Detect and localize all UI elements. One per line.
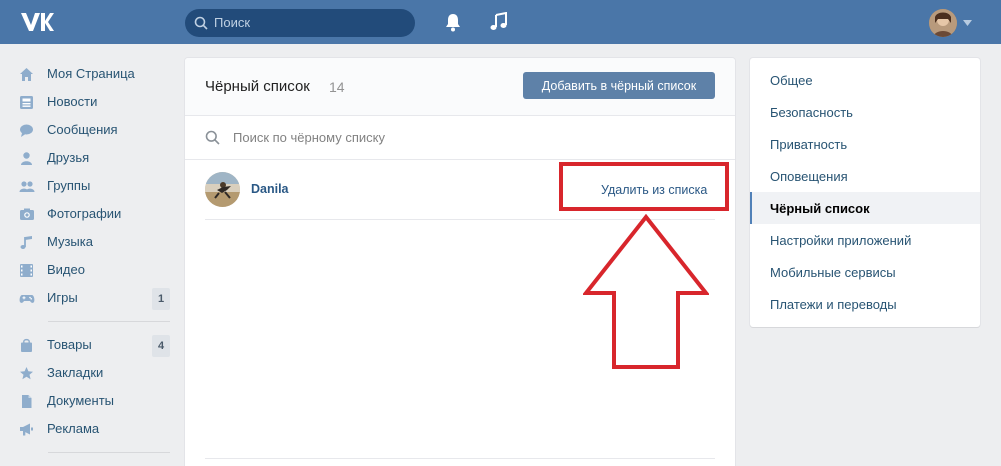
sidebar-item-label: Реклама: [47, 421, 100, 436]
games-icon: [18, 290, 35, 307]
news-icon: [18, 94, 35, 111]
settings-item-blacklist[interactable]: Чёрный список: [750, 192, 980, 224]
sidebar-item-news[interactable]: Новости: [18, 88, 170, 116]
music-icon: [18, 234, 35, 251]
sidebar-item-label: Музыка: [47, 234, 93, 249]
messages-icon: [18, 122, 35, 139]
search-icon: [194, 16, 208, 30]
sidebar-item-bookmarks[interactable]: Закладки: [18, 359, 170, 387]
sidebar-item-label: Фотографии: [47, 206, 122, 221]
sidebar-item-groups[interactable]: Группы: [18, 172, 170, 200]
bookmarks-icon: [18, 365, 35, 382]
avatar[interactable]: [205, 172, 240, 207]
panel-header: Чёрный список 14 Добавить в чёрный списо…: [185, 58, 735, 116]
sidebar-item-my-page[interactable]: Моя Страница: [18, 60, 170, 88]
video-icon: [18, 262, 35, 279]
global-search-field[interactable]: Поиск: [185, 9, 415, 37]
annotation-up-arrow-icon: [583, 214, 709, 369]
sidebar-divider: [48, 452, 170, 453]
sidebar-item-messages[interactable]: Сообщения: [18, 116, 170, 144]
sidebar-item-label: Сообщения: [47, 122, 118, 137]
settings-item-privacy[interactable]: Приватность: [750, 128, 980, 160]
blacklist-search-field[interactable]: Поиск по чёрному списку: [185, 116, 735, 160]
sidebar-item-market[interactable]: Товары 4: [18, 331, 170, 359]
top-navigation-bar: Поиск: [0, 0, 1001, 44]
sidebar-item-label: Новости: [47, 94, 98, 109]
sidebar-item-ads[interactable]: Реклама: [18, 415, 170, 443]
blacklist-count: 14: [329, 79, 345, 95]
settings-item-payments[interactable]: Платежи и переводы: [750, 288, 980, 320]
blocked-user-name[interactable]: Danila: [251, 181, 289, 197]
sidebar-item-label: Видео: [47, 262, 85, 277]
sidebar-item-label: Группы: [47, 178, 91, 193]
settings-item-notifications[interactable]: Оповещения: [750, 160, 980, 192]
sidebar-item-label: Друзья: [47, 150, 90, 165]
sidebar-item-label: Закладки: [47, 365, 104, 380]
photos-icon: [18, 206, 35, 223]
add-to-blacklist-button[interactable]: Добавить в чёрный список: [523, 72, 715, 99]
sidebar-item-music[interactable]: Музыка: [18, 228, 170, 256]
friends-icon: [18, 150, 35, 167]
settings-item-app-settings[interactable]: Настройки приложений: [750, 224, 980, 256]
sidebar-item-games[interactable]: Игры 1: [18, 284, 170, 312]
sidebar-item-label: Игры: [47, 290, 78, 305]
notifications-bell-icon[interactable]: [443, 12, 463, 32]
sidebar-item-documents[interactable]: Документы: [18, 387, 170, 415]
settings-item-mobile-services[interactable]: Мобильные сервисы: [750, 256, 980, 288]
market-icon: [18, 337, 35, 354]
search-icon: [205, 130, 220, 145]
ads-icon: [18, 421, 35, 438]
sidebar-divider: [48, 321, 170, 322]
settings-menu: Общее Безопасность Приватность Оповещени…: [750, 58, 980, 327]
sidebar-item-label: Документы: [47, 393, 115, 408]
notification-badge: 4: [152, 335, 170, 357]
settings-item-security[interactable]: Безопасность: [750, 96, 980, 128]
annotation-highlight-box: [559, 162, 729, 211]
settings-item-general[interactable]: Общее: [750, 64, 980, 96]
sidebar-item-video[interactable]: Видео: [18, 256, 170, 284]
sidebar-item-photos[interactable]: Фотографии: [18, 200, 170, 228]
search-placeholder: Поиск по чёрному списку: [233, 130, 385, 145]
home-icon: [18, 66, 35, 83]
groups-icon: [18, 178, 35, 195]
list-divider: [205, 458, 715, 459]
page-title: Чёрный список: [205, 78, 310, 95]
sidebar-item-label: Моя Страница: [47, 66, 135, 81]
sidebar-item-friends[interactable]: Друзья: [18, 144, 170, 172]
notification-badge: 1: [152, 288, 170, 310]
user-avatar[interactable]: [929, 9, 957, 37]
music-player-icon[interactable]: [489, 12, 509, 32]
left-sidebar-menu: Моя Страница Новости Сообщения Друзья Гр…: [18, 60, 170, 462]
vk-logo-icon[interactable]: [19, 11, 55, 33]
search-placeholder: Поиск: [214, 15, 251, 30]
chevron-down-icon[interactable]: [963, 20, 972, 26]
sidebar-item-label: Товары: [47, 337, 92, 352]
documents-icon: [18, 393, 35, 410]
